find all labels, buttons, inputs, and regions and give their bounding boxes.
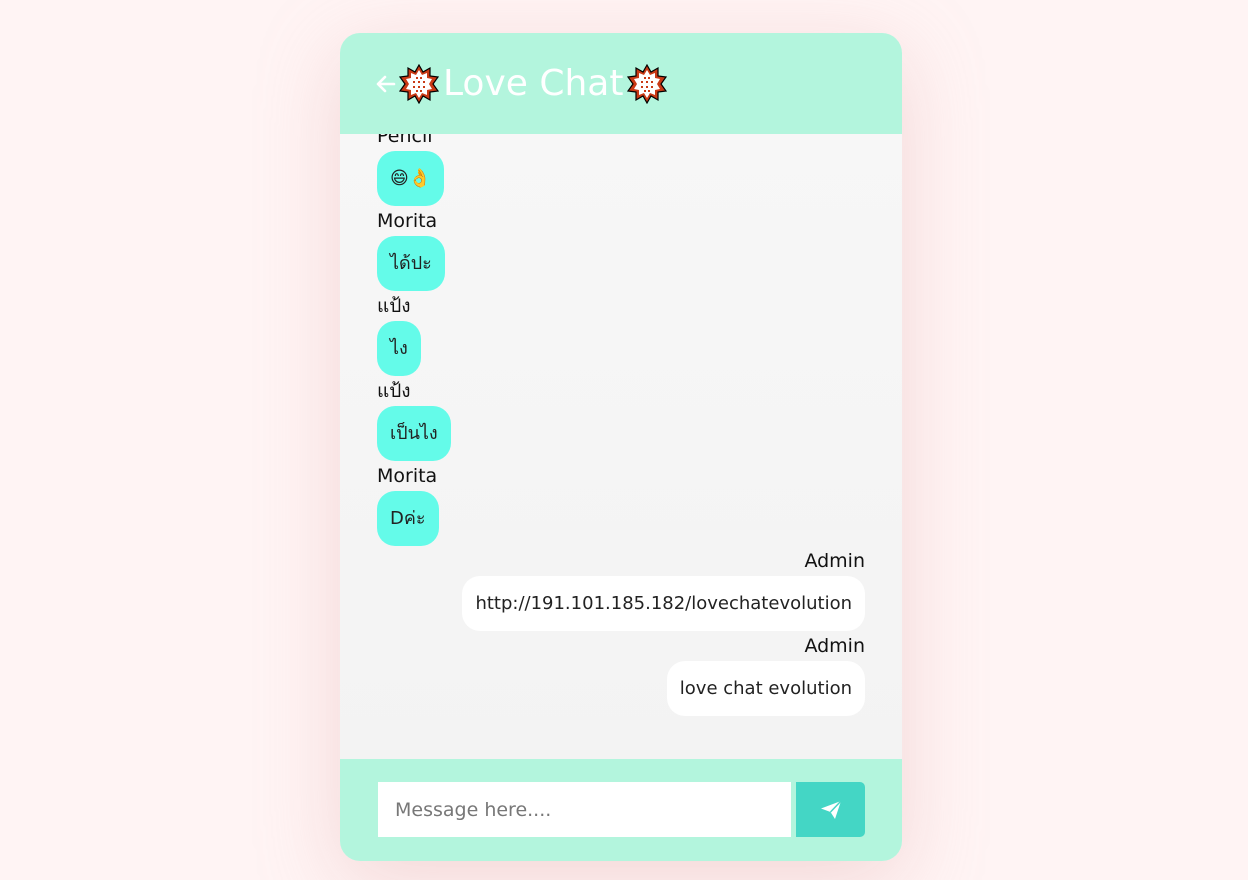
- message-bubble: Dค่ะ: [377, 491, 439, 546]
- message-bubble: เป็นไง: [377, 406, 451, 461]
- message-sender: Admin: [804, 635, 865, 657]
- send-button[interactable]: [796, 782, 865, 837]
- message-list[interactable]: Pencil 😄👌 Morita ได้ปะ แป้ง ไง แป้ง เป็น…: [340, 134, 902, 759]
- message-bubble: ได้ปะ: [377, 236, 445, 291]
- flower-emblem-icon: [627, 63, 668, 104]
- message-item: Morita ได้ปะ: [340, 207, 902, 292]
- message-sender: Pencil: [377, 134, 433, 147]
- message-sender: แป้ง: [377, 295, 411, 317]
- composer: [340, 759, 902, 861]
- paper-plane-icon: [820, 799, 842, 820]
- message-sender: Morita: [377, 210, 438, 232]
- message-bubble: 😄👌: [377, 151, 445, 206]
- arrow-left-icon[interactable]: [375, 73, 397, 95]
- message-item: Morita Dค่ะ: [340, 462, 902, 547]
- message-bubble: ไง: [377, 321, 421, 376]
- chat-header: Love Chat: [340, 33, 902, 134]
- chat-window: Love Chat Pencil 😄👌 Morita ได้ปะ แป้ง ไง…: [340, 33, 902, 861]
- message-item: Admin love chat evolution: [340, 632, 902, 717]
- message-item: แป้ง เป็นไง: [340, 377, 902, 462]
- message-bubble: love chat evolution: [666, 661, 865, 716]
- message-sender: Admin: [804, 550, 865, 572]
- flower-emblem-icon: [398, 63, 440, 104]
- message-sender: แป้ง: [377, 380, 411, 402]
- message-item: แป้ง ไง: [340, 292, 902, 377]
- chat-title: Love Chat: [443, 63, 624, 104]
- message-sender: Morita: [377, 465, 438, 487]
- message-input[interactable]: [378, 782, 791, 837]
- message-item: Admin http://191.101.185.182/lovechatevo…: [340, 547, 902, 632]
- message-item: Pencil 😄👌: [340, 134, 902, 207]
- message-bubble[interactable]: http://191.101.185.182/lovechatevolution: [462, 576, 865, 631]
